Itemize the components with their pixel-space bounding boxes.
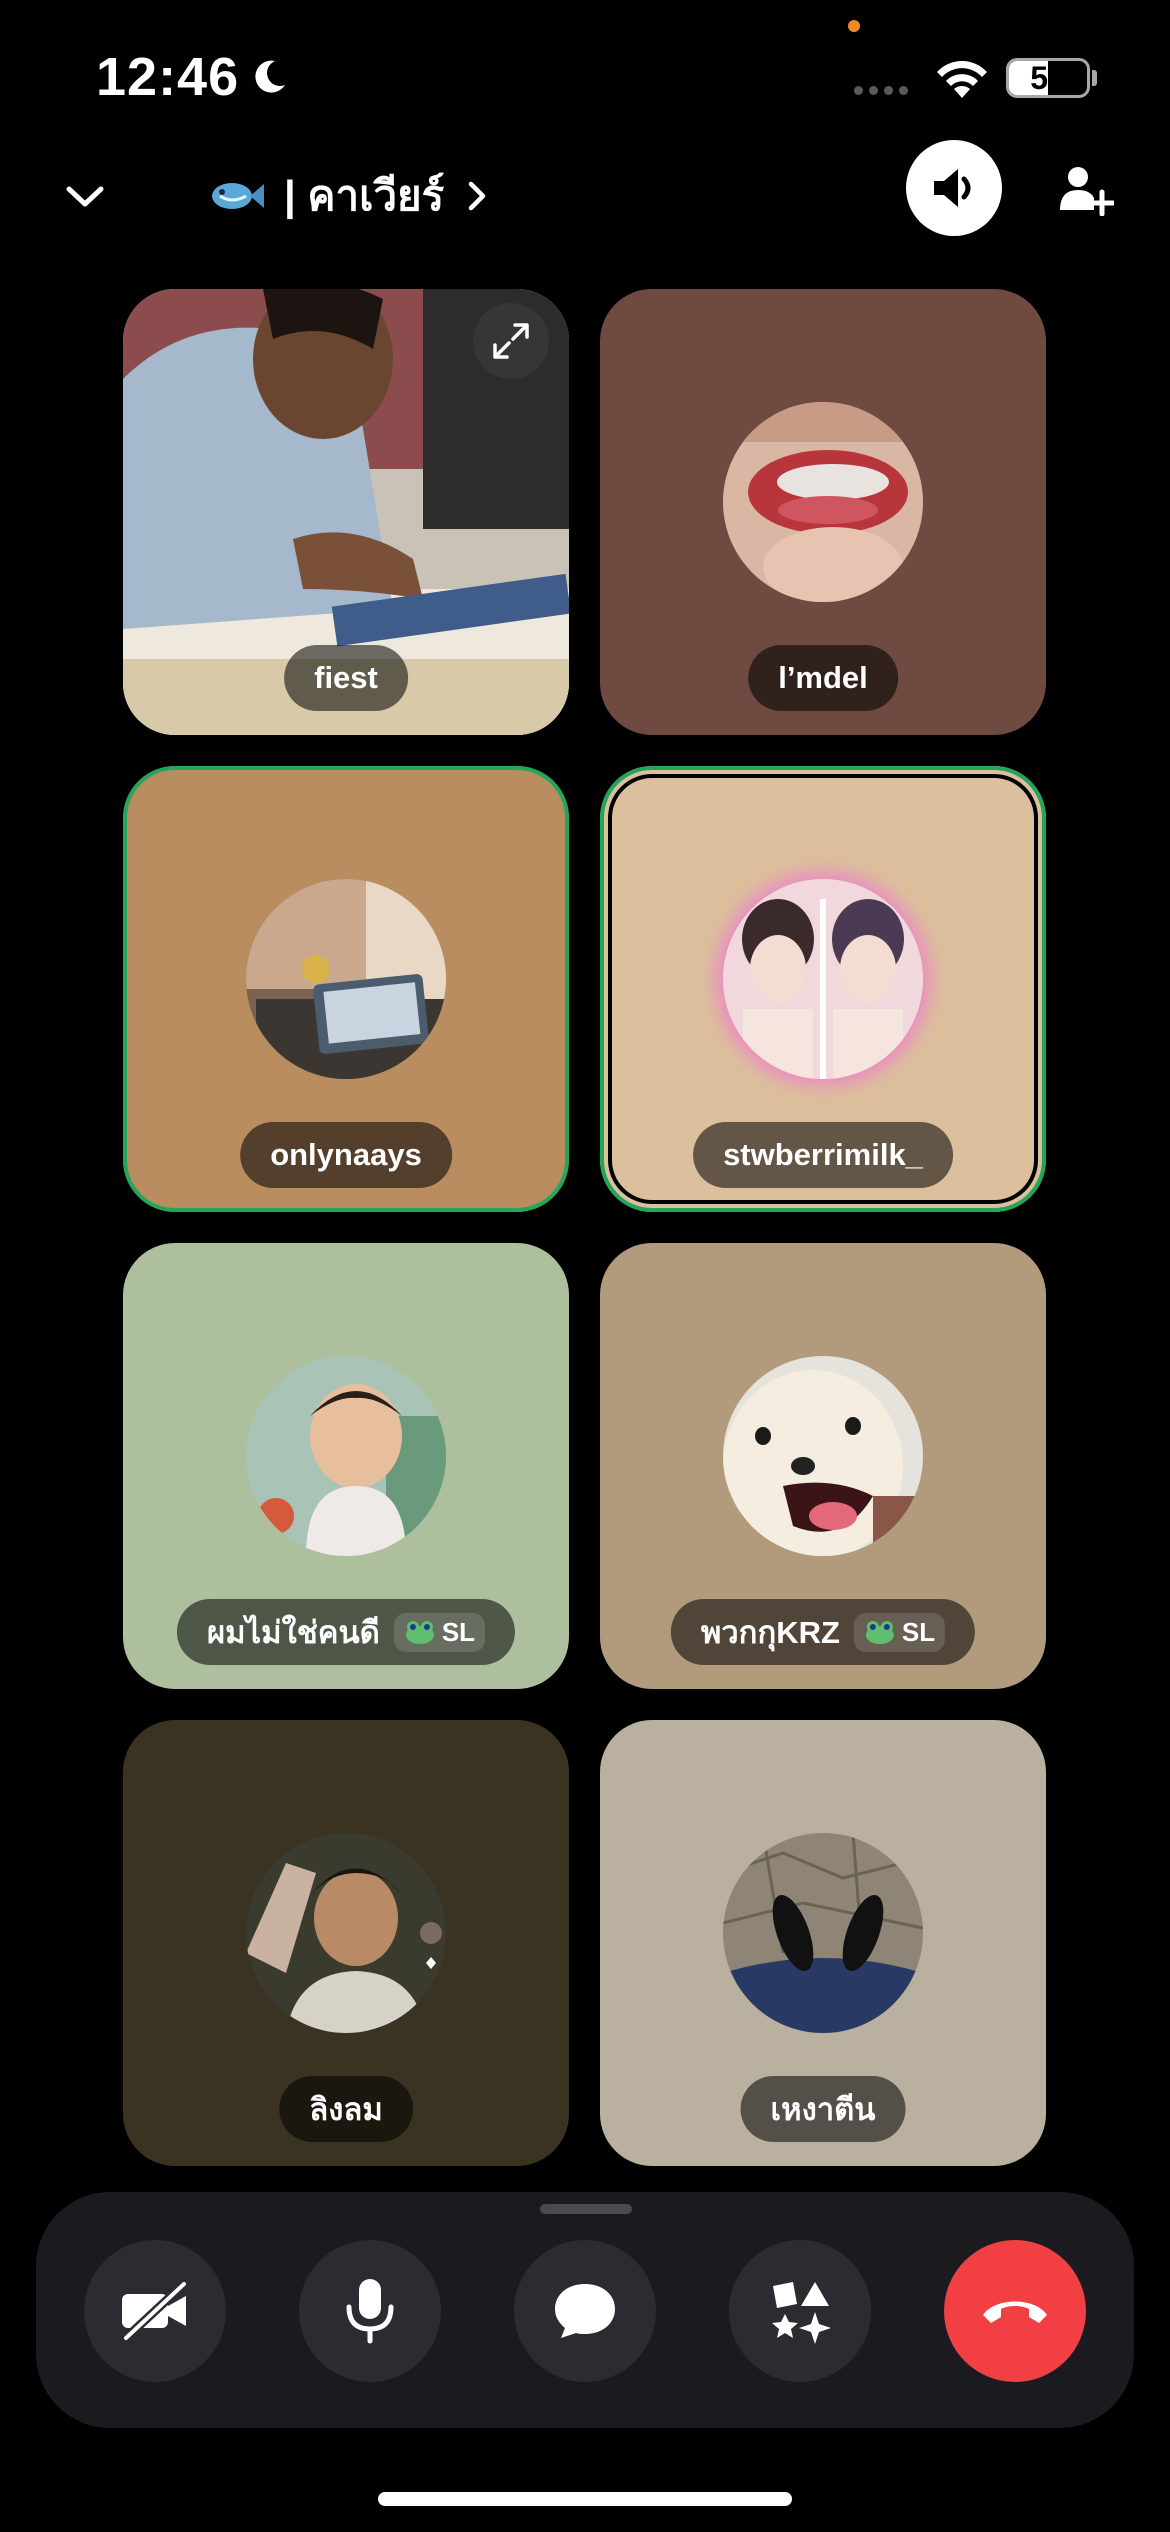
tag-text: SL [901, 1616, 936, 1647]
call-controls [36, 2192, 1134, 2428]
participant-tile-lmdel[interactable]: l’mdel [600, 289, 1046, 735]
participant-tile-5[interactable]: พวกกุKRZ SL [600, 1243, 1046, 1689]
activities-icon [772, 2282, 831, 2344]
chat-button[interactable] [514, 2240, 656, 2382]
time-text: 12:46 [96, 47, 240, 107]
participant-tile-onlynaays[interactable]: onlynaays [123, 766, 569, 1212]
tag-text: SL [441, 1616, 476, 1647]
activities-button[interactable] [729, 2240, 871, 2382]
avatar [246, 879, 446, 1079]
microphone-icon [346, 2279, 394, 2344]
participant-name: onlynaays [270, 1137, 422, 1172]
chevron-down-icon [66, 186, 104, 207]
participant-name: fiest [314, 660, 378, 695]
participant-name-pill: เหงาตีน [740, 2076, 906, 2142]
chevron-right-icon [468, 181, 486, 211]
participant-name: l’mdel [778, 660, 868, 695]
expand-icon [493, 323, 529, 359]
status-bar: 12:46 50 [0, 0, 1170, 150]
participant-tile-stwberrimilk[interactable]: stwberrimilk_ [600, 766, 1046, 1212]
drawer-handle[interactable] [540, 2204, 632, 2214]
chat-icon [555, 2284, 615, 2338]
home-indicator[interactable] [378, 2492, 792, 2506]
privacy-indicator [848, 20, 860, 32]
server-tag: SL [853, 1612, 946, 1652]
moon-icon [255, 60, 286, 93]
participant-tile-7[interactable]: เหงาตีน [600, 1720, 1046, 2166]
clock: 12:46 [96, 46, 289, 108]
collapse-button[interactable] [56, 168, 114, 226]
participant-tile-6[interactable]: ลิงลม [123, 1720, 569, 2166]
participant-name-pill: stwberrimilk_ [693, 1122, 953, 1188]
fish-emoji-icon [212, 183, 264, 209]
channel-name: | คาเวียร์ [284, 172, 445, 219]
avatar [246, 1833, 446, 2033]
avatar [246, 1356, 446, 1556]
participant-name-pill: l’mdel [748, 645, 898, 711]
avatar [723, 402, 923, 602]
participant-name-pill: fiest [284, 645, 408, 711]
avatar [723, 1356, 923, 1556]
avatar [723, 1833, 923, 2033]
camera-off-icon [121, 2280, 189, 2342]
participant-tile-fiest[interactable]: fiest [123, 289, 569, 735]
microphone-button[interactable] [299, 2240, 441, 2382]
participant-name-pill: พวกกุKRZ SL [670, 1599, 976, 1665]
avatar [723, 879, 923, 1079]
server-tag: SL [393, 1612, 486, 1652]
call-header: | คาเวียร์ [0, 140, 1170, 260]
participant-name-pill: ลิงลม [279, 2076, 413, 2142]
participant-name: เหงาตีน [770, 2092, 876, 2127]
participant-name: พวกกุKRZ [700, 1615, 840, 1650]
battery-level: 50 [1030, 59, 1066, 96]
participant-name: ผมไม่ใช่คนดี [206, 1615, 380, 1650]
add-user-button[interactable] [1056, 160, 1116, 220]
frog-icon [865, 1621, 894, 1644]
battery-icon: 50 [1006, 58, 1090, 98]
participant-name-pill: ผมไม่ใช่คนดี SL [176, 1599, 516, 1665]
expand-button[interactable] [473, 303, 549, 379]
participant-name-pill: onlynaays [240, 1122, 452, 1188]
frog-icon [405, 1621, 434, 1644]
participant-tile-4[interactable]: ผมไม่ใช่คนดี SL [123, 1243, 569, 1689]
camera-toggle-button[interactable] [84, 2240, 226, 2382]
participant-name: stwberrimilk_ [723, 1137, 923, 1172]
speaker-icon [934, 169, 971, 207]
cellular-signal-icon [854, 86, 908, 95]
channel-title[interactable]: | คาเวียร์ [206, 156, 492, 236]
add-user-icon [1060, 167, 1114, 216]
hang-up-icon [983, 2301, 1047, 2323]
speaker-button[interactable] [906, 140, 1002, 236]
leave-call-button[interactable] [944, 2240, 1086, 2382]
wifi-icon [937, 61, 987, 98]
participant-name: ลิงลม [309, 2092, 383, 2127]
